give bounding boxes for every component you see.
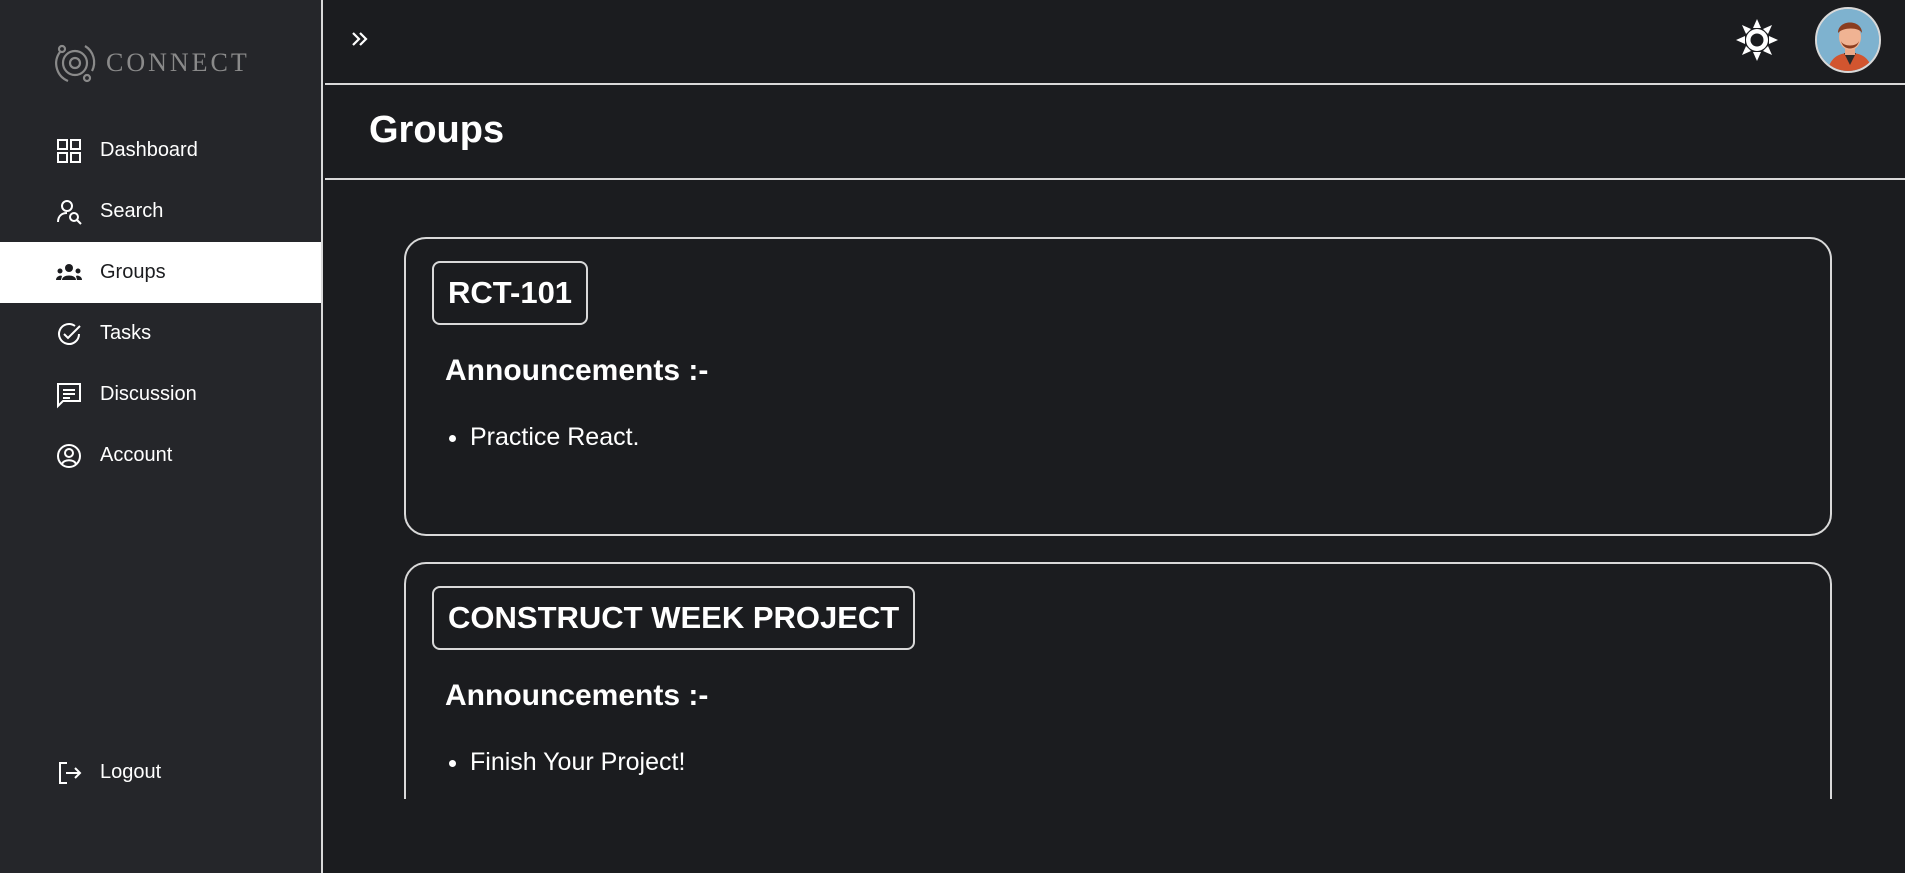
sidebar-item-label: Discussion <box>100 383 197 405</box>
sidebar-item-label: Dashboard <box>100 139 198 161</box>
sidebar-nav: Dashboard Search Groups Tasks Discussion… <box>0 120 321 486</box>
announcement-item: Finish Your Project! <box>470 748 685 777</box>
announcements-heading: Announcements :- <box>445 679 709 712</box>
dashboard-grid-icon <box>57 138 81 163</box>
sidebar-item-discussion[interactable]: Discussion <box>0 364 321 425</box>
announcements-list: Finish Your Project! <box>470 748 685 777</box>
logout-icon <box>59 761 82 784</box>
group-title[interactable]: RCT-101 <box>432 261 589 325</box>
logout-button[interactable]: Logout <box>0 742 321 803</box>
group-card: RCT-101 Announcements :- Practice React. <box>404 237 1832 536</box>
group-card: CONSTRUCT WEEK PROJECT Announcements :- … <box>404 562 1832 799</box>
announcements-list: Practice React. <box>470 423 640 452</box>
sun-icon <box>1736 19 1778 61</box>
theme-toggle-button[interactable] <box>1735 18 1779 62</box>
message-square-icon <box>57 382 81 408</box>
check-circle-icon <box>58 322 81 345</box>
app-root: CONNECT Dashboard Search Groups Tasks Di… <box>0 0 1905 873</box>
sidebar-item-dashboard[interactable]: Dashboard <box>0 120 321 181</box>
sidebar-item-tasks[interactable]: Tasks <box>0 303 321 364</box>
sidebar-item-label: Account <box>100 444 173 466</box>
sidebar-item-label: Tasks <box>100 322 152 344</box>
sidebar-item-label: Groups <box>100 261 166 283</box>
groups-icon <box>56 263 82 280</box>
group-title[interactable]: CONSTRUCT WEEK PROJECT <box>432 586 916 650</box>
announcement-item: Practice React. <box>470 423 640 452</box>
logout-label: Logout <box>100 761 162 783</box>
avatar[interactable] <box>1815 7 1881 73</box>
chevrons-right-icon <box>352 32 368 46</box>
sidebar-item-groups[interactable]: Groups <box>0 242 321 303</box>
page-header: Groups <box>325 87 1905 180</box>
page-title: Groups <box>369 109 505 151</box>
logo[interactable]: CONNECT <box>50 38 250 88</box>
sidebar-item-label: Search <box>100 200 164 222</box>
sidebar: CONNECT Dashboard Search Groups Tasks Di… <box>0 0 323 873</box>
account-circle-icon <box>57 443 81 468</box>
announcements-heading: Announcements :- <box>445 354 709 387</box>
groups-list: RCT-101 Announcements :- Practice React.… <box>325 182 1905 799</box>
user-search-icon <box>57 199 82 225</box>
expand-sidebar-button[interactable] <box>347 26 373 52</box>
orbit-logo-icon <box>55 44 96 83</box>
sidebar-item-account[interactable]: Account <box>0 425 321 486</box>
logout-section: Logout <box>0 742 321 803</box>
user-avatar-image <box>1817 9 1879 71</box>
sidebar-item-search[interactable]: Search <box>0 181 321 242</box>
topbar <box>325 0 1905 85</box>
logo-text: CONNECT <box>106 48 250 77</box>
